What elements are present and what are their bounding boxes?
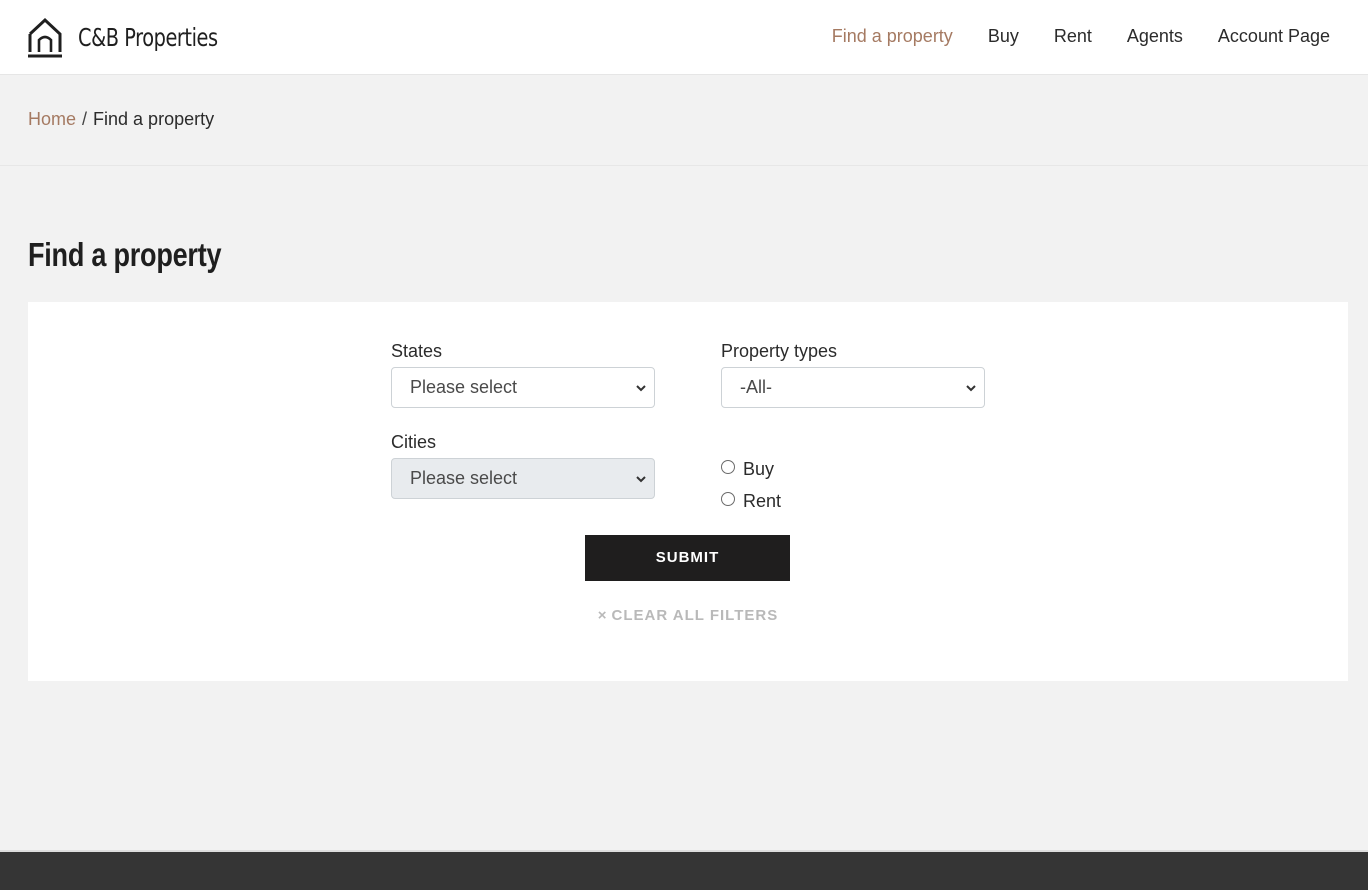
breadcrumb-current: Find a property (93, 109, 215, 129)
cities-select-value: Please select (410, 468, 518, 488)
states-select[interactable]: Please select (391, 367, 655, 408)
site-footer (0, 850, 1368, 890)
breadcrumb-bar: Home / Find a property (0, 75, 1368, 166)
chevron-down-icon (636, 385, 646, 392)
main-nav: Find a property Buy Rent Agents Account … (797, 26, 1330, 47)
buy-radio[interactable] (721, 459, 735, 474)
property-types-label: Property types (721, 341, 838, 361)
nav-agents[interactable]: Agents (1127, 26, 1183, 47)
logo-link[interactable]: C&B Properties (28, 16, 240, 58)
brand-name: C&B Properties (78, 22, 218, 52)
rent-radio[interactable] (721, 491, 735, 506)
property-types-select-value: -All- (740, 377, 772, 397)
close-icon: × (597, 607, 608, 624)
rent-radio-label: Rent (743, 491, 782, 511)
cities-label: Cities (391, 432, 437, 452)
breadcrumb-separator: / (82, 109, 88, 129)
nav-account-page[interactable]: Account Page (1218, 26, 1330, 47)
site-header: C&B Properties Find a property Buy Rent … (0, 0, 1368, 75)
clear-all-filters-link[interactable]: × CLEAR ALL FILTERS (28, 607, 1348, 624)
clear-all-filters-label: CLEAR ALL FILTERS (611, 607, 779, 624)
breadcrumb-home-link[interactable]: Home (28, 109, 76, 129)
breadcrumb: Home / Find a property (28, 109, 214, 130)
states-label: States (391, 341, 443, 361)
nav-find-a-property[interactable]: Find a property (832, 26, 953, 47)
states-select-value: Please select (410, 377, 518, 397)
cities-select[interactable]: Please select (391, 458, 655, 499)
submit-button[interactable]: SUBMIT (585, 535, 790, 581)
page-title: Find a property (28, 236, 222, 273)
listing-type-buy[interactable]: Buy (721, 459, 774, 480)
house-outline-icon (28, 17, 62, 58)
listing-type-rent[interactable]: Rent (721, 491, 781, 512)
nav-buy[interactable]: Buy (988, 26, 1019, 47)
chevron-down-icon (636, 476, 646, 483)
chevron-down-icon (966, 385, 976, 392)
property-search-form: States Please select Property types -All… (28, 302, 1348, 681)
buy-radio-label: Buy (743, 459, 775, 479)
property-types-select[interactable]: -All- (721, 367, 985, 408)
nav-rent[interactable]: Rent (1054, 26, 1092, 47)
